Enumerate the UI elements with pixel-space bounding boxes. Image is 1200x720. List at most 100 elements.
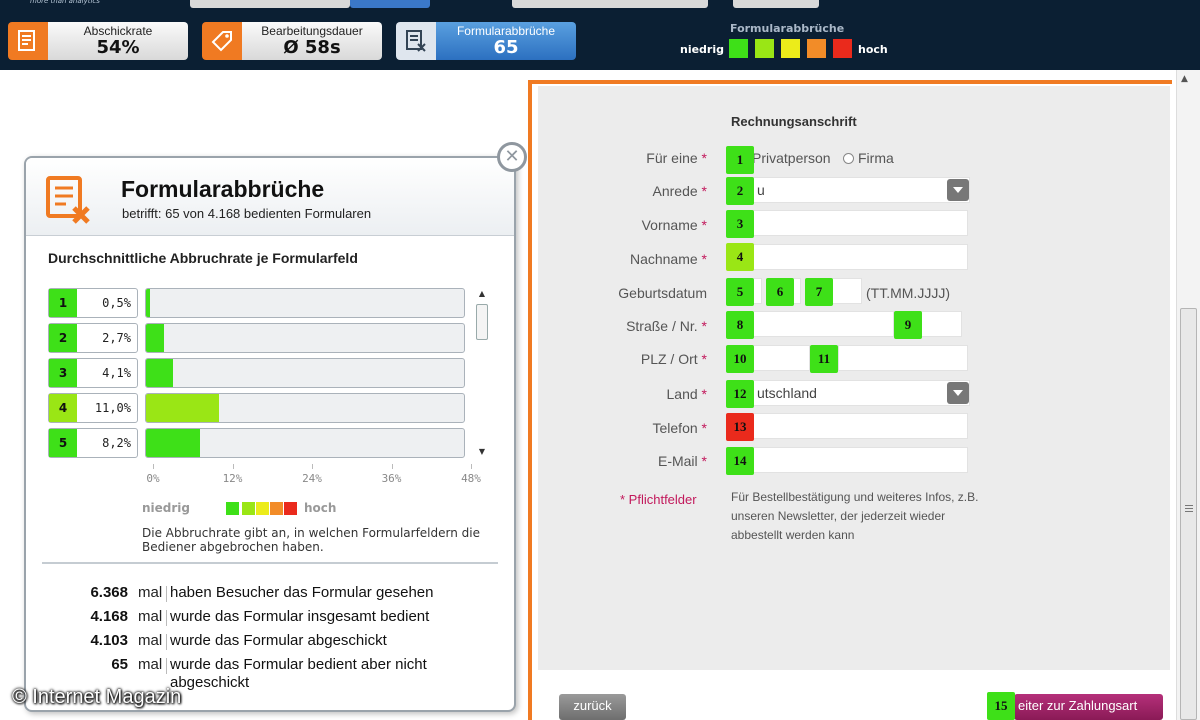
top-button-stub[interactable] xyxy=(350,0,430,8)
stat-row: 65 mal wurde das Formular bedient aber nic… xyxy=(46,656,506,691)
field-label-box: 4 11,0% xyxy=(48,393,138,423)
legend-swatch xyxy=(270,502,283,515)
form-select[interactable] xyxy=(512,0,708,8)
axis-tick xyxy=(153,464,154,469)
vorname-input[interactable] xyxy=(752,210,968,236)
metric-label: Abschickrate xyxy=(83,24,153,38)
telefon-input[interactable] xyxy=(752,413,968,439)
legend-low: niedrig xyxy=(142,501,191,515)
field-badge[interactable]: 11 xyxy=(810,345,838,373)
axis-tick xyxy=(312,464,313,469)
scroll-up-icon[interactable]: ▲ xyxy=(1181,74,1188,84)
stat-text: wurde das Formular bedient aber nicht ab… xyxy=(170,656,427,691)
scrollbar-thumb[interactable] xyxy=(476,304,488,340)
abbruch-row[interactable]: 4 11,0% xyxy=(48,393,468,423)
field-badge[interactable]: 12 xyxy=(726,380,754,408)
axis-tick-label: 12% xyxy=(222,472,243,485)
panel-subtitle: betrifft: 65 von 4.168 bedienten Formula… xyxy=(122,206,372,221)
next-payment-button[interactable]: eiter zur Zahlungsart xyxy=(1014,694,1163,720)
axis-tick-label: 48% xyxy=(461,472,481,485)
axis-tick xyxy=(471,464,472,469)
tag-icon xyxy=(202,22,242,60)
chevron-down-icon[interactable] xyxy=(947,179,969,201)
field-label-box: 2 2,7% xyxy=(48,323,138,353)
abbruch-row[interactable]: 1 0,5% xyxy=(48,288,468,318)
field-badge[interactable]: 3 xyxy=(726,210,754,238)
hausnummer-input[interactable] xyxy=(920,311,962,337)
chevron-down-icon[interactable] xyxy=(947,382,969,404)
brand-tagline: more than analytics xyxy=(30,0,100,5)
field-label-box: 5 8,2% xyxy=(48,428,138,458)
field-badge[interactable]: 8 xyxy=(726,311,754,339)
land-select[interactable]: utschland xyxy=(752,380,970,406)
anrede-select[interactable]: u xyxy=(752,177,970,203)
abbruch-row[interactable]: 3 4,1% xyxy=(48,358,468,388)
rate-bar-fill xyxy=(146,289,150,317)
abbruch-row[interactable]: 5 8,2% xyxy=(48,428,468,458)
field-badge[interactable]: 13 xyxy=(726,413,754,441)
axis-tick-label: 36% xyxy=(381,472,402,485)
label-vorname: Vorname * xyxy=(641,217,707,233)
abbruch-row[interactable]: 2 2,7% xyxy=(48,323,468,353)
metric-abschickrate[interactable]: Abschickrate 54% xyxy=(8,22,188,60)
field-badge[interactable]: 14 xyxy=(726,447,754,475)
top-input-stub[interactable] xyxy=(190,0,350,8)
list-scrollbar[interactable]: ▲ ▼ xyxy=(475,288,489,458)
stat-number: 6.368 xyxy=(90,584,128,601)
period-select[interactable] xyxy=(733,0,819,8)
scroll-down-icon[interactable]: ▼ xyxy=(475,446,489,458)
stat-mal: mal xyxy=(138,656,163,673)
label-email: E-Mail * xyxy=(657,453,707,469)
rate-bar-fill xyxy=(146,394,219,422)
field-number: 2 xyxy=(49,324,77,352)
scroll-up-icon[interactable]: ▲ xyxy=(475,288,489,300)
form-card xyxy=(538,86,1170,670)
scrollbar-thumb[interactable] xyxy=(1180,308,1197,720)
field-rate: 0,5% xyxy=(102,296,131,310)
field-badge[interactable]: 1 xyxy=(726,146,754,174)
pflichtfelder-note: * Pflichtfelder xyxy=(620,492,697,507)
radio-firma[interactable]: Firma xyxy=(843,150,894,166)
field-badge[interactable]: 2 xyxy=(726,177,754,205)
legend-swatch xyxy=(832,38,853,59)
page-scrollbar[interactable]: ▲ xyxy=(1176,70,1200,720)
birth-year-input[interactable] xyxy=(830,278,862,304)
metric-formularabbrueche[interactable]: Formularabbrüche 65 xyxy=(396,22,576,60)
legend-swatch xyxy=(754,38,775,59)
metric-bearbeitungsdauer[interactable]: Bearbeitungsdauer Ø 58s xyxy=(202,22,382,60)
plz-input[interactable] xyxy=(752,345,810,371)
field-label-box: 1 0,5% xyxy=(48,288,138,318)
close-icon[interactable]: ✕ xyxy=(497,142,527,172)
radio-circle-icon[interactable] xyxy=(843,153,854,164)
field-badge[interactable]: 10 xyxy=(726,345,754,373)
stat-separator xyxy=(166,586,167,602)
back-button[interactable]: zurück xyxy=(559,694,626,720)
label-strasse: Straße / Nr. * xyxy=(626,318,707,334)
field-number: 5 xyxy=(49,429,77,457)
watermark: © Internet Magazin xyxy=(12,686,182,708)
abbruch-note: Die Abbruchrate gibt an, in welchen Form… xyxy=(142,526,480,554)
metric-value: Ø 58s xyxy=(283,37,341,58)
stat-mal: mal xyxy=(138,632,163,649)
radio-privatperson[interactable]: Privatperson xyxy=(752,150,831,166)
abbruch-bar-list: 1 0,5% 2 2,7% 3 4,1% 4 11,0% 5 8,2% xyxy=(48,288,468,460)
field-rate: 4,1% xyxy=(102,366,131,380)
field-badge[interactable]: 5 xyxy=(726,278,754,306)
field-badge[interactable]: 4 xyxy=(726,243,754,271)
field-badge[interactable]: 9 xyxy=(894,311,922,339)
legend-swatch xyxy=(806,38,827,59)
ort-input[interactable] xyxy=(838,345,968,371)
stat-row: 4.103 mal wurde das Formular abgeschickt xyxy=(46,632,506,656)
email-info-text: Für Bestellbestätigung und weiteres Info… xyxy=(731,490,979,542)
panel-header: Formularabbrüche betrifft: 65 von 4.168 … xyxy=(26,158,514,236)
rate-bar-fill xyxy=(146,324,164,352)
field-badge[interactable]: 6 xyxy=(766,278,794,306)
nachname-input[interactable] xyxy=(752,244,968,270)
field-badge[interactable]: 7 xyxy=(805,278,833,306)
metric-label: Formularabbrüche xyxy=(456,24,556,38)
axis-tick xyxy=(391,464,393,469)
email-input[interactable] xyxy=(752,447,968,473)
stat-row: 4.168 mal wurde das Formular insgesamt bed… xyxy=(46,608,506,632)
strasse-input[interactable] xyxy=(752,311,894,337)
field-badge[interactable]: 15 xyxy=(987,692,1015,720)
